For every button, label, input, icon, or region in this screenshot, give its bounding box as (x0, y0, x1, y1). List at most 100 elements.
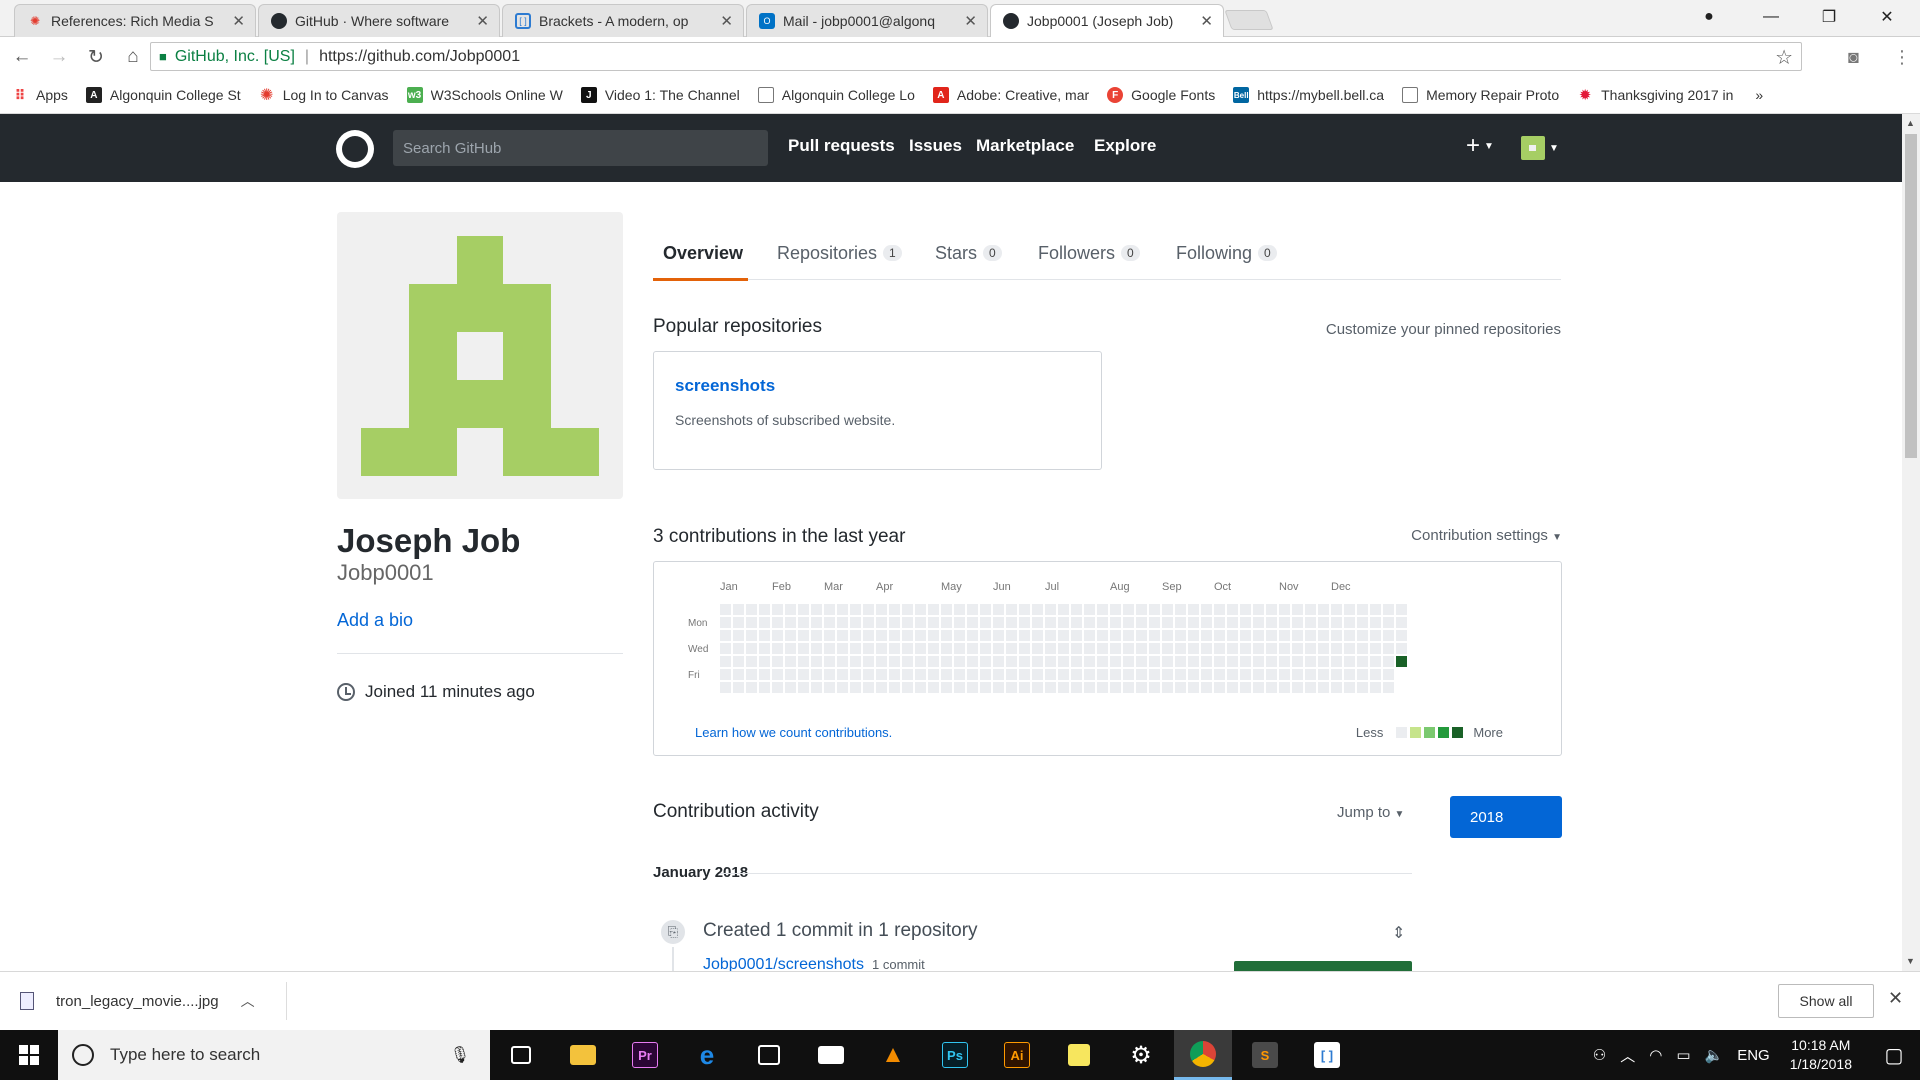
contribution-day[interactable] (1032, 682, 1043, 693)
contribution-day[interactable] (1357, 682, 1368, 693)
contribution-day[interactable] (785, 682, 796, 693)
contribution-day[interactable] (772, 617, 783, 628)
contribution-day[interactable] (1240, 604, 1251, 615)
contribution-day[interactable] (746, 669, 757, 680)
minimize-icon[interactable]: — (1748, 0, 1794, 34)
contribution-day[interactable] (1032, 604, 1043, 615)
contribution-day[interactable] (850, 669, 861, 680)
window-close-icon[interactable]: ✕ (1864, 0, 1910, 34)
contribution-day[interactable] (1019, 604, 1030, 615)
contribution-day[interactable] (1019, 656, 1030, 667)
contribution-day[interactable] (733, 643, 744, 654)
contribution-day[interactable] (1084, 630, 1095, 641)
contribution-day[interactable] (1097, 656, 1108, 667)
bookmark-google-fonts[interactable]: F Google Fonts (1107, 87, 1215, 103)
show-all-button[interactable]: Show all (1778, 984, 1874, 1018)
contribution-day[interactable] (1344, 656, 1355, 667)
contribution-day[interactable] (1227, 656, 1238, 667)
contribution-day[interactable] (785, 617, 796, 628)
contribution-day[interactable] (1175, 604, 1186, 615)
scrollbar-thumb[interactable] (1905, 134, 1917, 458)
contribution-day[interactable] (824, 630, 835, 641)
profile-icon[interactable]: ● (1686, 0, 1732, 34)
contribution-day[interactable] (1227, 643, 1238, 654)
contribution-day[interactable] (1045, 643, 1056, 654)
contribution-day[interactable] (1279, 630, 1290, 641)
premiere-icon[interactable]: Pr (616, 1030, 674, 1080)
contribution-day[interactable] (1266, 656, 1277, 667)
contribution-day[interactable] (1227, 604, 1238, 615)
contribution-day[interactable] (733, 604, 744, 615)
tab-stars[interactable]: Stars 0 (935, 236, 1002, 270)
contribution-day[interactable] (902, 630, 913, 641)
contribution-day[interactable] (967, 617, 978, 628)
contribution-day[interactable] (759, 669, 770, 680)
contribution-day[interactable] (915, 656, 926, 667)
contribution-day[interactable] (1084, 656, 1095, 667)
contribution-day[interactable] (1227, 669, 1238, 680)
contribution-day[interactable] (1214, 604, 1225, 615)
contribution-day[interactable] (967, 604, 978, 615)
contribution-day[interactable] (1136, 630, 1147, 641)
contribution-day[interactable] (1201, 682, 1212, 693)
contribution-day[interactable] (1331, 630, 1342, 641)
contribution-day[interactable] (824, 682, 835, 693)
contribution-day[interactable] (785, 604, 796, 615)
contribution-day[interactable] (1123, 617, 1134, 628)
contribution-day[interactable] (1110, 656, 1121, 667)
create-new-button[interactable]: + ▼ (1466, 132, 1494, 160)
contribution-day[interactable] (1058, 604, 1069, 615)
bookmark-memory-repair[interactable]: Memory Repair Proto (1402, 87, 1559, 103)
contribution-day[interactable] (1045, 669, 1056, 680)
chevron-up-icon[interactable]: ︿ (1620, 1045, 1635, 1066)
nav-issues[interactable]: Issues (909, 136, 962, 156)
contribution-day[interactable] (1188, 604, 1199, 615)
contribution-day[interactable] (1136, 682, 1147, 693)
contribution-day[interactable] (1058, 656, 1069, 667)
contribution-day[interactable] (1032, 669, 1043, 680)
year-2018-button[interactable]: 2018 (1450, 796, 1562, 838)
browser-tab-github-home[interactable]: GitHub · Where software ✕ (258, 4, 500, 37)
close-icon[interactable]: ✕ (476, 12, 489, 30)
contribution-day[interactable] (1292, 669, 1303, 680)
contribution-day[interactable] (1084, 604, 1095, 615)
contribution-day[interactable] (1149, 604, 1160, 615)
contribution-day[interactable] (1110, 630, 1121, 641)
contribution-day[interactable] (1175, 669, 1186, 680)
contribution-day[interactable] (1266, 643, 1277, 654)
back-icon[interactable]: ← (7, 42, 37, 72)
contribution-day[interactable] (928, 643, 939, 654)
action-center-icon[interactable]: ▢ (1874, 1043, 1914, 1068)
contribution-day[interactable] (811, 643, 822, 654)
contribution-day[interactable] (1305, 617, 1316, 628)
contribution-day[interactable] (1071, 643, 1082, 654)
contribution-day[interactable] (850, 682, 861, 693)
edge-icon[interactable]: e (678, 1030, 736, 1080)
reload-icon[interactable]: ↻ (81, 42, 111, 72)
tab-repositories[interactable]: Repositories 1 (777, 236, 902, 270)
contribution-day[interactable] (1214, 682, 1225, 693)
contribution-day[interactable] (1227, 617, 1238, 628)
contribution-day[interactable] (1149, 682, 1160, 693)
contribution-day[interactable] (889, 656, 900, 667)
contribution-day[interactable] (876, 656, 887, 667)
contribution-day[interactable] (1071, 617, 1082, 628)
contribution-day[interactable] (954, 630, 965, 641)
bookmark-algonquin-login[interactable]: Algonquin College Lo (757, 87, 915, 103)
contribution-day[interactable] (1188, 630, 1199, 641)
contribution-day[interactable] (1032, 643, 1043, 654)
contribution-day[interactable] (720, 656, 731, 667)
sublime-icon[interactable]: S (1236, 1030, 1294, 1080)
contribution-day[interactable] (1318, 604, 1329, 615)
contribution-day[interactable] (746, 656, 757, 667)
contribution-day[interactable] (1331, 643, 1342, 654)
contribution-day[interactable] (1214, 617, 1225, 628)
close-icon[interactable]: ✕ (1888, 988, 1903, 1009)
chevron-up-icon[interactable]: ︿ (241, 991, 255, 1011)
contribution-day[interactable] (902, 682, 913, 693)
contribution-day[interactable] (1396, 630, 1407, 641)
contribution-day[interactable] (863, 643, 874, 654)
menu-icon[interactable]: ⋮ (1893, 37, 1911, 77)
contribution-day[interactable] (915, 604, 926, 615)
contribution-day[interactable] (1071, 630, 1082, 641)
